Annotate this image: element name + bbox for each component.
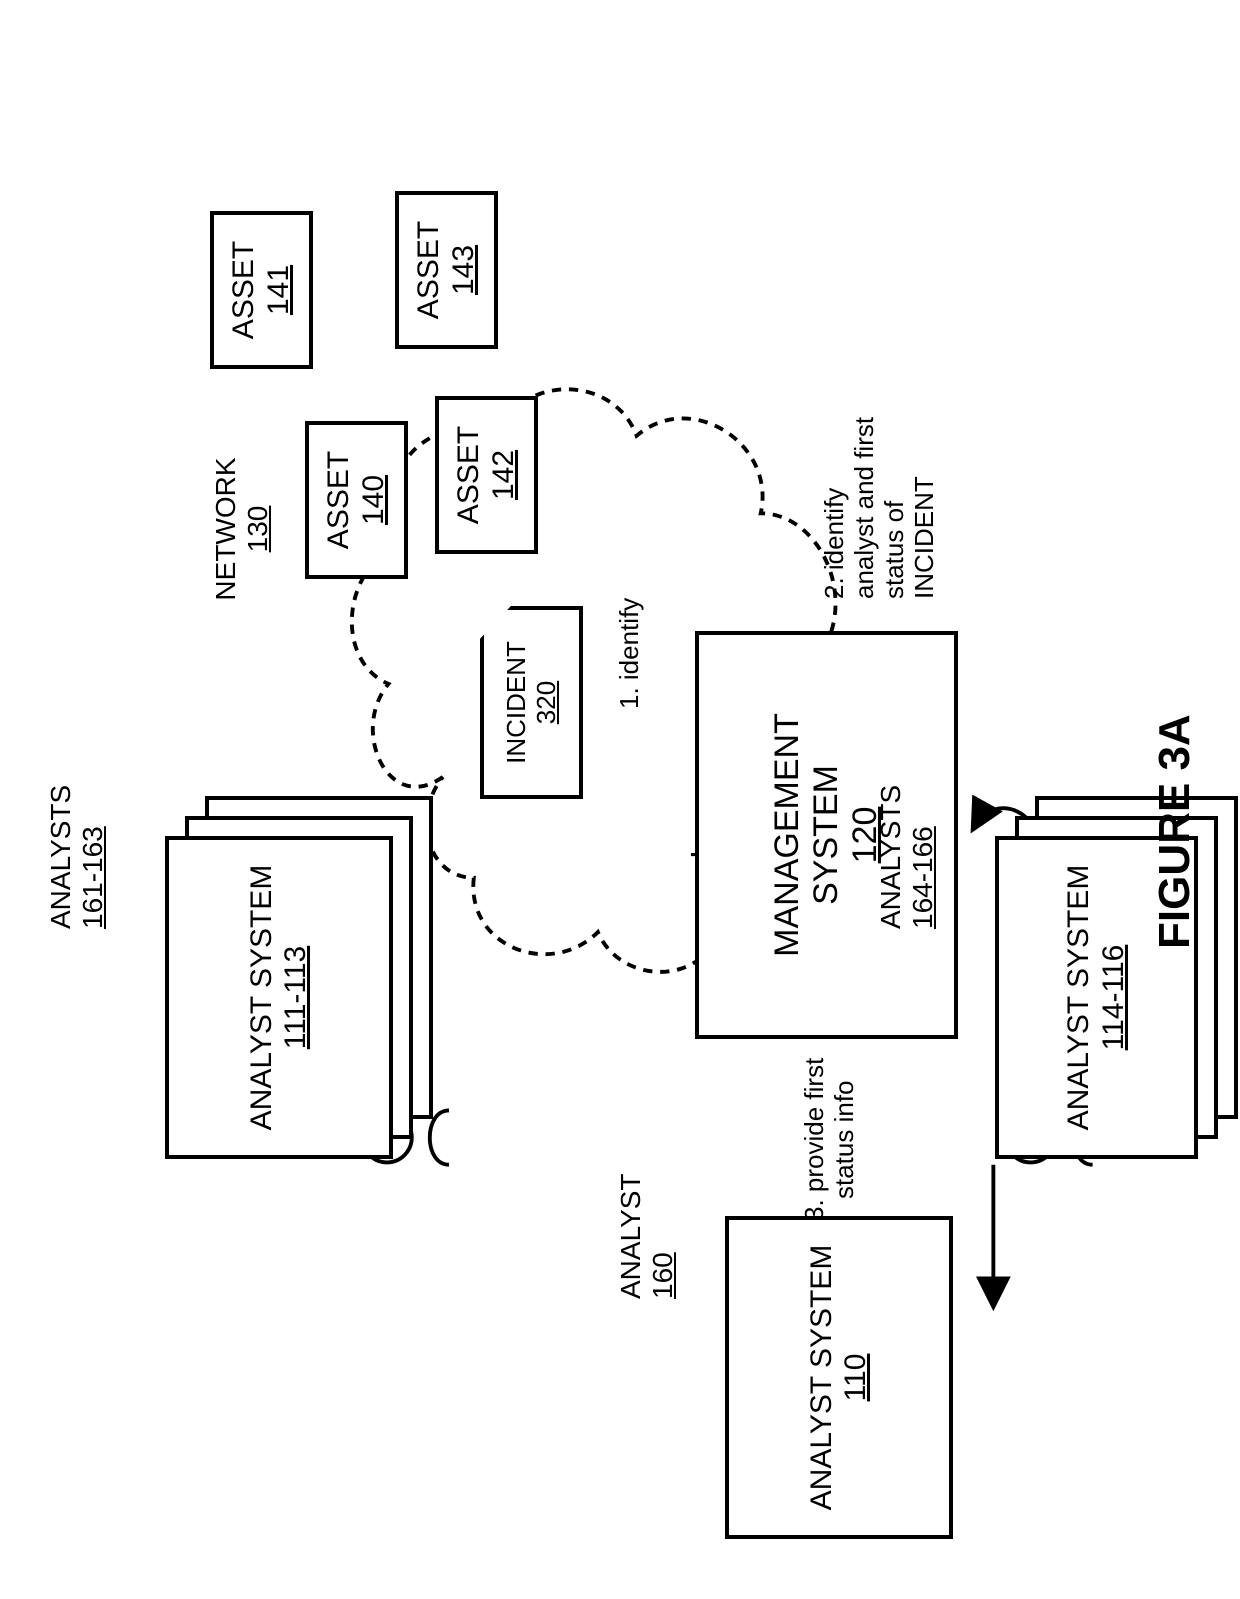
analyst-bottom-text: ANALYSTS bbox=[875, 785, 906, 929]
incident-label: INCIDENT bbox=[502, 641, 532, 764]
analyst-top-text: ANALYSTS bbox=[45, 785, 76, 929]
step1-label: 1. identify bbox=[615, 569, 645, 709]
network-label: NETWORK 130 bbox=[210, 429, 274, 629]
step2d: INCIDENT bbox=[909, 476, 939, 599]
analyst-top-label: ANALYSTS 161-163 bbox=[45, 749, 109, 929]
step3b: status info bbox=[829, 1080, 859, 1221]
asset-142-ref: 142 bbox=[487, 450, 522, 500]
network-ref: 130 bbox=[242, 506, 273, 553]
as-top-label: ANALYST SYSTEM bbox=[245, 865, 280, 1131]
analyst-top-ref: 161-163 bbox=[77, 826, 108, 929]
analyst-bottom-ref: 164-166 bbox=[907, 826, 938, 929]
asset-141-label: ASSET bbox=[227, 241, 262, 339]
asset-140: ASSET 140 bbox=[305, 421, 408, 579]
as-top-ref: 111-113 bbox=[279, 946, 314, 1049]
incident-note: INCIDENT 320 bbox=[480, 606, 583, 799]
asset-141-ref: 141 bbox=[262, 265, 297, 315]
asset-142: ASSET 142 bbox=[435, 396, 538, 554]
incident-ref: 320 bbox=[532, 681, 562, 724]
as110-label: ANALYST SYSTEM bbox=[805, 1245, 840, 1511]
step3a: 3. provide first bbox=[799, 1058, 829, 1221]
figure-caption: FIGURE 3A bbox=[1150, 714, 1200, 949]
asset-140-ref: 140 bbox=[357, 475, 392, 525]
asset-140-label: ASSET bbox=[322, 451, 357, 549]
asset-142-label: ASSET bbox=[452, 426, 487, 524]
network-text: NETWORK bbox=[210, 457, 241, 600]
as-bot-label: ANALYST SYSTEM bbox=[1062, 865, 1097, 1131]
mgmt-line1: MANAGEMENT bbox=[768, 713, 807, 957]
analyst-bottom-label: ANALYSTS 164-166 bbox=[875, 749, 939, 929]
analyst-system-top: ANALYST SYSTEM 111-113 bbox=[165, 836, 393, 1159]
asset-141: ASSET 141 bbox=[210, 211, 313, 369]
as110-ref: 110 bbox=[839, 1354, 874, 1402]
analyst-system-110: ANALYST SYSTEM 110 bbox=[725, 1216, 953, 1539]
step3-label: 3. provide first status info bbox=[800, 1021, 860, 1221]
step1-text: 1. identify bbox=[614, 598, 644, 709]
step2a: 2. identify bbox=[819, 488, 849, 599]
analyst-single-ref: 160 bbox=[647, 1252, 678, 1299]
step2-label: 2. identify analyst and first status of … bbox=[820, 369, 940, 599]
analyst-single-text: ANALYST bbox=[615, 1173, 646, 1299]
mgmt-line2: SYSTEM bbox=[807, 765, 846, 905]
as-bot-ref: 114-116 bbox=[1097, 945, 1132, 1051]
figure-caption-text: FIGURE 3A bbox=[1150, 714, 1199, 949]
step2b: analyst and first bbox=[849, 417, 879, 599]
analyst-single-label: ANALYST 160 bbox=[615, 1139, 679, 1299]
asset-143-label: ASSET bbox=[412, 221, 447, 319]
step2c: status of bbox=[879, 501, 909, 599]
asset-143: ASSET 143 bbox=[395, 191, 498, 349]
asset-143-ref: 143 bbox=[447, 245, 482, 295]
